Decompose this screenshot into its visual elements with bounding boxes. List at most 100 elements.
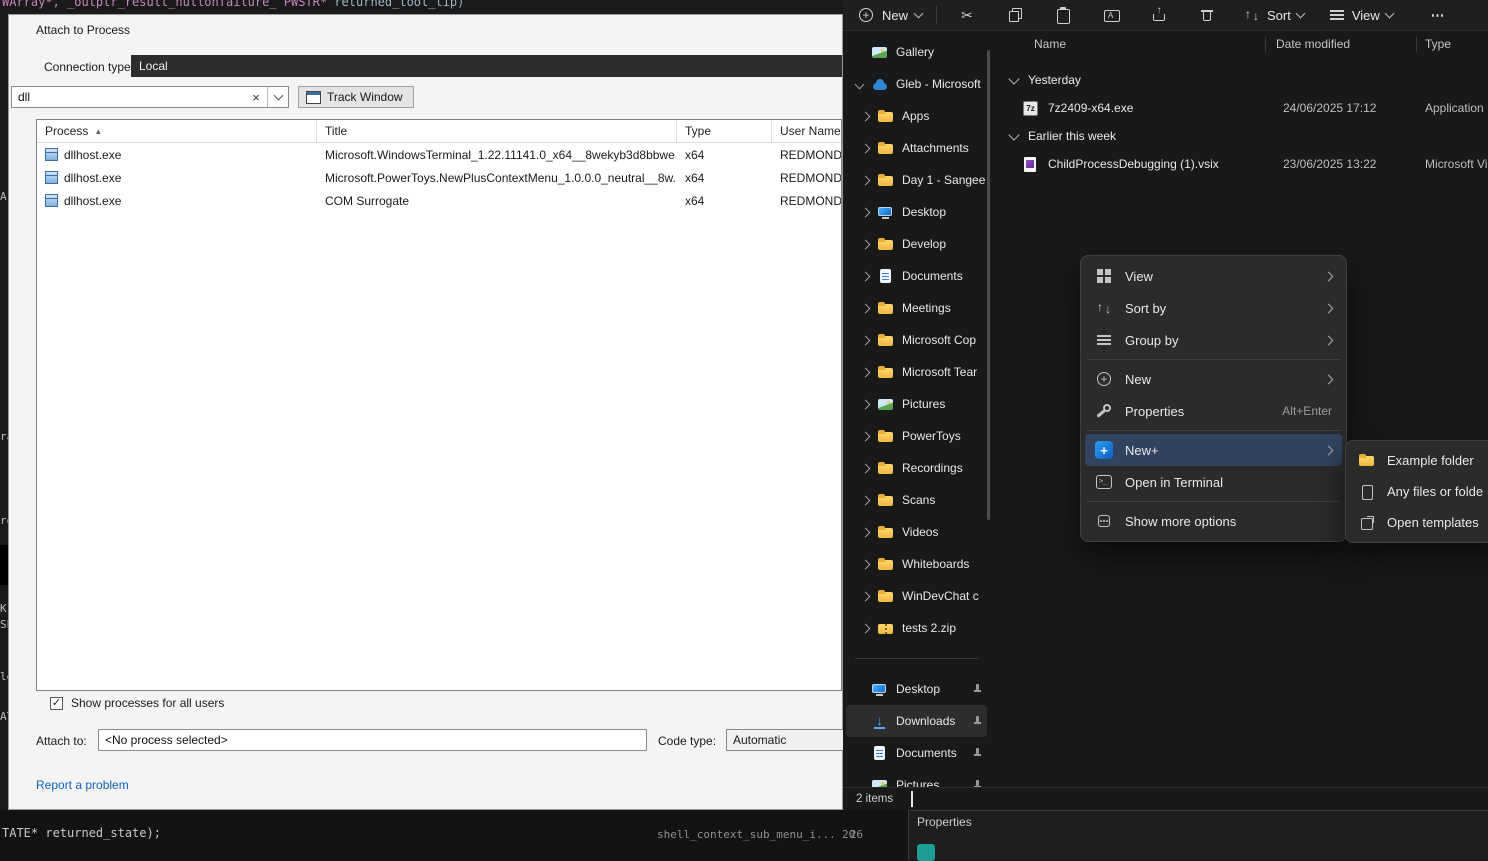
column-header-title[interactable]: Title (317, 120, 677, 142)
context-menu-item-view[interactable]: View (1085, 260, 1342, 292)
filter-dropdown-button[interactable] (268, 95, 288, 99)
sidebar-item-desktop[interactable]: Desktop (846, 673, 987, 705)
sort-button[interactable]: Sort (1243, 6, 1304, 24)
column-header-name[interactable]: Name (1000, 37, 1265, 51)
sidebar-item-label: Develop (902, 237, 987, 251)
chevron-right-icon[interactable] (861, 591, 871, 601)
chevron-right-icon[interactable] (861, 399, 871, 409)
chevron-right-icon[interactable] (861, 335, 871, 345)
column-header-process[interactable]: Process▲ (37, 120, 317, 142)
folder-icon (877, 300, 894, 317)
chevron-right-icon[interactable] (861, 559, 871, 569)
chevron-right-icon[interactable] (861, 463, 871, 473)
sidebar-item-pictures[interactable]: Pictures (846, 388, 987, 420)
copy-icon (1006, 6, 1024, 24)
sidebar-item-desktop[interactable]: Desktop (846, 196, 987, 228)
file-row[interactable]: ChildProcessDebugging (1).vsix 23/06/202… (1000, 150, 1488, 178)
sidebar-item-apps[interactable]: Apps (846, 100, 987, 132)
context-menu-item-group-by[interactable]: Group by (1085, 324, 1342, 356)
group-header-yesterday[interactable]: Yesterday (1000, 66, 1488, 94)
sidebar-item-day-1-sangee[interactable]: Day 1 - Sangee (846, 164, 987, 196)
process-filter-input[interactable] (12, 90, 245, 104)
sidebar-item-documents[interactable]: Documents (846, 737, 987, 769)
column-header-date-modified[interactable]: Date modified (1266, 37, 1416, 51)
sidebar-item-microsoft-tear[interactable]: Microsoft Tear (846, 356, 987, 388)
sidebar-item-gleb-microsoft[interactable]: Gleb - Microsoft (846, 68, 987, 100)
see-more-button[interactable] (1413, 6, 1461, 24)
chevron-right-icon[interactable] (861, 271, 871, 281)
chevron-right-icon[interactable] (861, 527, 871, 537)
sidebar-item-recordings[interactable]: Recordings (846, 452, 987, 484)
chevron-down-icon (1384, 9, 1394, 19)
track-window-button[interactable]: Track Window (298, 86, 414, 108)
group-header-earlier-this-week[interactable]: Earlier this week (1000, 122, 1488, 150)
rename-button[interactable] (1087, 6, 1135, 24)
file-row[interactable]: 7z2409-x64.exe 24/06/2025 17:12 Applicat… (1000, 94, 1488, 122)
sidebar-item-whiteboards[interactable]: Whiteboards (846, 548, 987, 580)
attach-to-input[interactable] (98, 729, 647, 751)
chevron-right-icon[interactable] (861, 111, 871, 121)
sidebar-item-develop[interactable]: Develop (846, 228, 987, 260)
chevron-right-icon[interactable] (861, 239, 871, 249)
wrench-icon (1095, 402, 1113, 420)
folder-icon (877, 588, 894, 605)
new-button[interactable]: New (857, 6, 922, 24)
sidebar-item-pictures[interactable]: Pictures (846, 769, 987, 788)
column-header-type[interactable]: Type (1417, 37, 1488, 51)
sidebar-item-documents[interactable]: Documents (846, 260, 987, 292)
folder-icon (877, 556, 894, 573)
code-type-combo[interactable]: Automatic (726, 729, 844, 751)
cut-button[interactable] (943, 6, 991, 24)
sidebar-item-scans[interactable]: Scans (846, 484, 987, 516)
copy-button[interactable] (991, 6, 1039, 24)
context-menu-item-open-in-terminal[interactable]: Open in Terminal (1085, 466, 1342, 498)
monitor-icon (871, 681, 888, 698)
chevron-right-icon[interactable] (861, 367, 871, 377)
clear-filter-icon[interactable]: × (245, 90, 267, 105)
table-row[interactable]: dllhost.exe COM Surrogate x64 REDMOND (37, 189, 841, 212)
sidebar-scrollbar[interactable] (987, 50, 990, 520)
explorer-sidebar: Gallery Gleb - Microsoft Apps Attachment… (843, 30, 990, 788)
context-menu-item-show-more-options[interactable]: Show more options (1085, 505, 1342, 537)
chevron-down-icon[interactable] (1008, 129, 1019, 140)
sidebar-item-gallery[interactable]: Gallery (846, 36, 987, 68)
chevron-right-icon[interactable] (861, 431, 871, 441)
submenu-item-any-files[interactable]: Any files or folde (1350, 476, 1488, 507)
submenu-item-open-templates[interactable]: Open templates (1350, 507, 1488, 538)
chevron-right-icon[interactable] (861, 495, 871, 505)
sidebar-item-videos[interactable]: Videos (846, 516, 987, 548)
sidebar-item-microsoft-cop[interactable]: Microsoft Cop (846, 324, 987, 356)
process-filter-box[interactable]: × (11, 86, 289, 108)
show-all-users-checkbox[interactable] (50, 697, 63, 710)
sidebar-item-attachments[interactable]: Attachments (846, 132, 987, 164)
view-button[interactable]: View (1328, 6, 1393, 24)
chevron-right-icon[interactable] (861, 175, 871, 185)
sidebar-item-downloads[interactable]: Downloads (846, 705, 987, 737)
table-row[interactable]: dllhost.exe Microsoft.WindowsTerminal_1.… (37, 143, 841, 166)
column-header-type[interactable]: Type (677, 120, 772, 142)
share-button[interactable] (1135, 6, 1183, 24)
submenu-item-example-folder[interactable]: Example folder (1350, 445, 1488, 476)
context-menu-item-new[interactable]: New (1085, 363, 1342, 395)
sidebar-item-label: Microsoft Cop (902, 333, 987, 347)
sidebar-item-tests-2-zip[interactable]: tests 2.zip (846, 612, 987, 644)
context-menu-item-new-plus[interactable]: New+ (1085, 434, 1342, 466)
table-row[interactable]: dllhost.exe Microsoft.PowerToys.NewPlusC… (37, 166, 841, 189)
chevron-right-icon[interactable] (861, 623, 871, 633)
sidebar-item-meetings[interactable]: Meetings (846, 292, 987, 324)
chevron-right-icon[interactable] (855, 79, 865, 89)
context-menu-item-properties[interactable]: Properties Alt+Enter (1085, 395, 1342, 427)
connection-type-combo[interactable]: Local (131, 55, 842, 77)
column-header-user-name[interactable]: User Name (772, 120, 841, 142)
chevron-down-icon[interactable] (1008, 73, 1019, 84)
paste-button[interactable] (1039, 6, 1087, 24)
chevron-right-icon[interactable] (861, 143, 871, 153)
delete-button[interactable] (1183, 6, 1231, 24)
sidebar-item-powertoys[interactable]: PowerToys (846, 420, 987, 452)
report-a-problem-link[interactable]: Report a problem (36, 778, 129, 792)
chevron-right-icon[interactable] (861, 207, 871, 217)
chevron-right-icon[interactable] (861, 303, 871, 313)
context-menu-item-sort-by[interactable]: Sort by (1085, 292, 1342, 324)
sidebar-item-windevchat-c[interactable]: WinDevChat c (846, 580, 987, 612)
chevron-right-icon (1324, 374, 1334, 384)
